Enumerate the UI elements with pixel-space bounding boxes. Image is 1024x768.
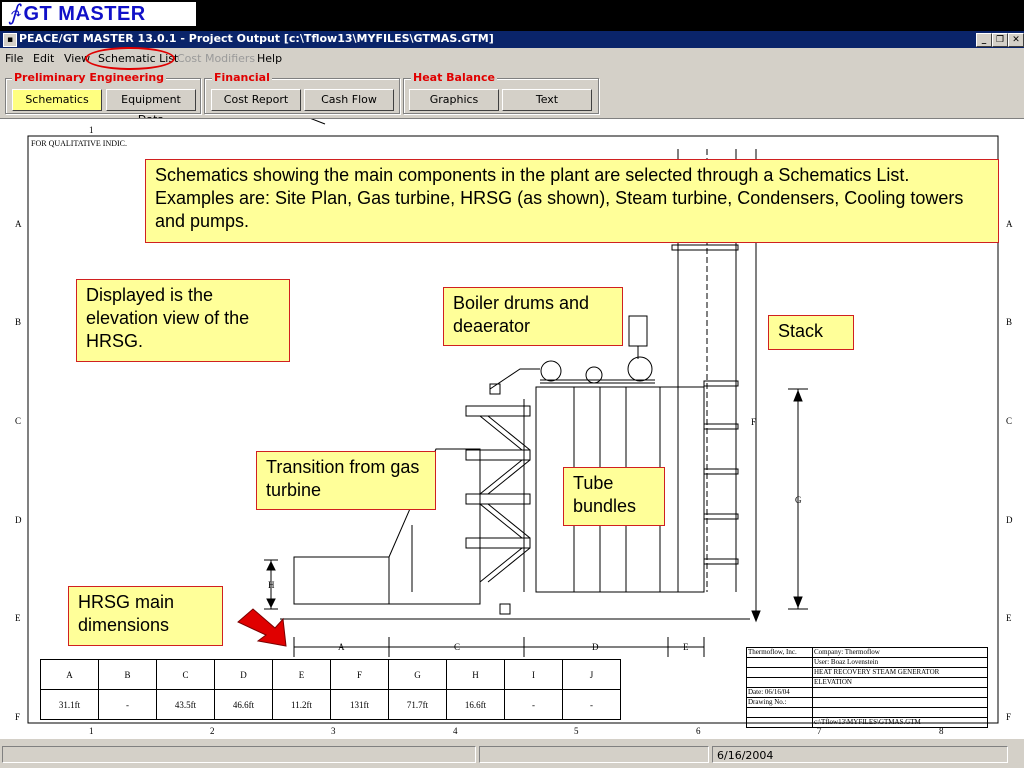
- callout-boiler-drums: Boiler drums and deaerator: [443, 287, 623, 346]
- dim-header: J: [562, 659, 621, 690]
- dim-value: 46.6ft: [214, 689, 273, 720]
- schematics-button[interactable]: Schematics: [12, 89, 102, 111]
- dim-value: 16.6ft: [446, 689, 505, 720]
- title-block-title1: HEAT RECOVERY STEAM GENERATOR: [812, 667, 988, 678]
- row-tick-left: C: [15, 416, 22, 426]
- col-tick-bottom: 2: [210, 726, 215, 736]
- drawing-canvas[interactable]: A C D E F G H FOR QUALITATIVE INDIC. 1 1…: [0, 118, 1024, 739]
- title-block-path: c:\Tflow13\MYFILES\GTMAS.GTM: [812, 717, 988, 728]
- title-block-company: Company: Thermoflow: [812, 647, 988, 658]
- menu-cost-modifiers[interactable]: Cost Modifiers: [177, 52, 255, 65]
- status-bar: 6/16/2004: [0, 743, 1024, 768]
- slide-banner: ∱ GT MASTER: [0, 0, 1024, 31]
- cost-report-button[interactable]: Cost Report: [211, 89, 301, 111]
- stairway: [465, 368, 540, 615]
- minimize-button[interactable]: _: [976, 33, 992, 47]
- row-tick-left: E: [15, 613, 21, 623]
- dim-value: 11.2ft: [272, 689, 331, 720]
- dim-value: 131ft: [330, 689, 389, 720]
- dim-value: 71.7ft: [388, 689, 447, 720]
- row-tick-right: F: [1006, 712, 1012, 722]
- status-pane-main: [2, 746, 476, 763]
- group-label-heat-balance: Heat Balance: [411, 71, 497, 84]
- col-tick-top: 1: [89, 125, 94, 135]
- highlight-circle: [85, 47, 175, 70]
- callout-dimensions: HRSG main dimensions: [68, 586, 223, 646]
- menu-edit[interactable]: Edit: [33, 52, 54, 65]
- dim-header: E: [272, 659, 331, 690]
- row-tick-left: F: [15, 712, 21, 722]
- callout-elevation: Displayed is the elevation view of the H…: [76, 279, 290, 362]
- group-label-preliminary-engineering: Preliminary Engineering: [12, 71, 167, 84]
- title-block-company-left: Thermoflow, Inc.: [746, 647, 813, 658]
- text-button[interactable]: Text: [502, 89, 592, 111]
- menu-help[interactable]: Help: [257, 52, 282, 65]
- svg-text:D: D: [592, 642, 599, 652]
- row-tick-right: C: [1006, 416, 1013, 426]
- col-tick-bottom: 1: [89, 726, 94, 736]
- dim-value: -: [98, 689, 157, 720]
- logo-icon: ∱: [8, 1, 20, 26]
- col-tick-bottom: 6: [696, 726, 701, 736]
- window-title: PEACE/GT MASTER 13.0.1 - Project Output …: [19, 32, 494, 45]
- logo: ∱ GT MASTER: [2, 2, 196, 26]
- col-tick-bottom: 3: [331, 726, 336, 736]
- dim-header: G: [388, 659, 447, 690]
- cash-flow-button[interactable]: Cash Flow: [304, 89, 394, 111]
- title-block: Thermoflow, Inc. Company: Thermoflow User…: [746, 647, 988, 728]
- menu-file[interactable]: File: [5, 52, 23, 65]
- col-tick-bottom: 4: [453, 726, 458, 736]
- dimension-table-values: 31.1ft - 43.5ft 46.6ft 11.2ft 131ft 71.7…: [40, 689, 621, 720]
- title-block-date: Date: 06/16/04: [746, 687, 813, 698]
- svg-text:H: H: [268, 580, 275, 590]
- svg-text:A: A: [338, 642, 345, 652]
- dim-header: C: [156, 659, 215, 690]
- app-icon[interactable]: ▪: [3, 33, 17, 47]
- dim-value: 43.5ft: [156, 689, 215, 720]
- dim-value: -: [504, 689, 563, 720]
- red-arrow: [237, 608, 287, 647]
- drawing-header-note: FOR QUALITATIVE INDIC.: [31, 139, 128, 148]
- dim-header: B: [98, 659, 157, 690]
- svg-text:C: C: [454, 642, 460, 652]
- svg-text:G: G: [795, 495, 802, 505]
- dim-header: F: [330, 659, 389, 690]
- callout-transition: Transition from gas turbine: [256, 451, 436, 510]
- dimension-table-header: A B C D E F G H I J: [40, 659, 621, 690]
- row-tick-left: A: [15, 219, 22, 229]
- svg-text:E: E: [683, 642, 689, 652]
- row-tick-right: D: [1006, 515, 1013, 525]
- logo-title: GT MASTER: [23, 2, 146, 25]
- svg-text:F: F: [751, 417, 756, 427]
- row-tick-right: E: [1006, 613, 1012, 623]
- row-tick-left: D: [15, 515, 22, 525]
- callout-schematics: Schematics showing the main components i…: [145, 159, 999, 243]
- callout-stack: Stack: [768, 315, 854, 350]
- title-block-user: User: Boaz Lovenstein: [812, 657, 988, 668]
- dim-value: 31.1ft: [40, 689, 99, 720]
- dimension-table: A B C D E F G H I J 31.1ft - 43.5ft 46.6…: [40, 659, 621, 720]
- status-pane-middle: [479, 746, 709, 763]
- dim-value: -: [562, 689, 621, 720]
- close-button[interactable]: ✕: [1008, 33, 1024, 47]
- dim-header: D: [214, 659, 273, 690]
- callout-tube-bundles: Tube bundles: [563, 467, 665, 526]
- app-window: ▪ PEACE/GT MASTER 13.0.1 - Project Outpu…: [0, 31, 1024, 768]
- dim-header: A: [40, 659, 99, 690]
- callout-leader: [310, 119, 326, 125]
- title-block-title2: ELEVATION: [812, 677, 988, 688]
- dim-header: H: [446, 659, 505, 690]
- dim-header: I: [504, 659, 563, 690]
- graphics-button[interactable]: Graphics: [409, 89, 499, 111]
- row-tick-right: A: [1006, 219, 1013, 229]
- row-tick-right: B: [1006, 317, 1013, 327]
- row-tick-left: B: [15, 317, 22, 327]
- title-block-drawing-no: Drawing No.:: [746, 697, 813, 708]
- status-date: 6/16/2004: [712, 746, 1008, 763]
- title-bar: ▪ PEACE/GT MASTER 13.0.1 - Project Outpu…: [0, 31, 1024, 48]
- group-label-financial: Financial: [212, 71, 272, 84]
- equipment-data-button[interactable]: Equipment Data: [106, 89, 196, 126]
- col-tick-bottom: 5: [574, 726, 579, 736]
- restore-button[interactable]: ❐: [992, 33, 1008, 47]
